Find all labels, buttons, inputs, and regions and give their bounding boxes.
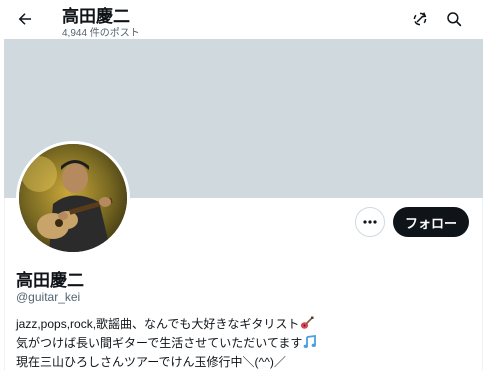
- search-button[interactable]: [441, 6, 467, 32]
- avatar-photo: [19, 144, 127, 252]
- bio-line-2-text: 気がつけば長い間ギターで生活させていただいてます: [16, 336, 303, 350]
- post-count: 4,944 件のポスト: [62, 28, 140, 39]
- bio-line-1: jazz,pops,rock,歌謡曲、なんでも大好きなギタリスト: [16, 316, 476, 335]
- more-button[interactable]: [355, 207, 385, 237]
- arrow-left-icon: [18, 13, 31, 25]
- music-notes-emoji-icon: [303, 334, 317, 354]
- search-icon: [447, 12, 462, 27]
- handle: @guitar_kei: [16, 290, 81, 304]
- display-name: 高田慶二: [16, 271, 84, 290]
- bio-line-1-text: jazz,pops,rock,歌謡曲、なんでも大好きなギタリスト: [16, 317, 300, 331]
- guitar-emoji-icon: [300, 316, 314, 335]
- refresh-icon: [413, 12, 427, 26]
- profile-header: 高田慶二 4,944 件のポスト: [0, 0, 487, 39]
- follow-button[interactable]: フォロー: [393, 207, 469, 237]
- profile-bio: jazz,pops,rock,歌謡曲、なんでも大好きなギタリスト 気がつけば長い…: [16, 316, 476, 371]
- refresh-button[interactable]: [407, 6, 433, 32]
- bio-line-3: 現在三山ひろしさんツアーでけん玉修行中＼(^^)／: [16, 355, 286, 369]
- back-button[interactable]: [12, 6, 38, 32]
- bio-line-2: 気がつけば長い間ギターで生活させていただいてます: [16, 334, 476, 354]
- more-horizontal-icon: [363, 220, 377, 224]
- avatar[interactable]: [16, 141, 130, 255]
